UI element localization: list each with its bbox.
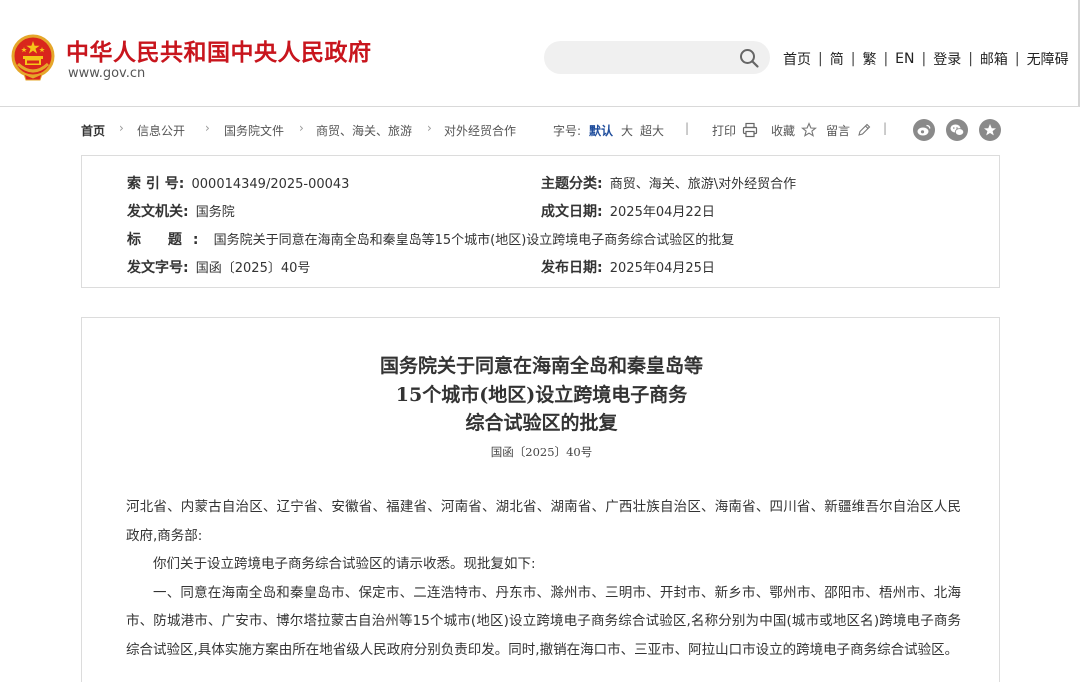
chevron-right-icon: › xyxy=(299,121,304,135)
info-value: 国务院关于同意在海南全岛和秦皇岛等15个城市(地区)设立跨境电子商务综合试验区的… xyxy=(213,233,735,248)
info-issuer: 发文机关: 国务院 xyxy=(127,201,235,221)
search-input[interactable] xyxy=(544,41,770,74)
link-simplified[interactable]: 简 xyxy=(830,49,844,69)
article-title-line: 综合试验区的批复 xyxy=(465,412,618,434)
link-separator: | xyxy=(850,51,856,67)
search-icon[interactable] xyxy=(738,47,760,69)
favorite-button[interactable]: 收藏 xyxy=(771,122,795,139)
link-home[interactable]: 首页 xyxy=(783,49,811,69)
chevron-right-icon: › xyxy=(427,121,432,135)
link-login[interactable]: 登录 xyxy=(933,49,961,69)
info-label: 发文字号: xyxy=(127,260,189,276)
toolbar-separator: | xyxy=(883,121,888,135)
link-traditional[interactable]: 繁 xyxy=(862,49,876,69)
site-title[interactable]: 中华人民共和国中央人民政府 xyxy=(66,33,372,67)
article-body: 国务院关于同意在海南全岛和秦皇岛等 15个城市(地区)设立跨境电子商务 综合试验… xyxy=(81,317,1000,682)
info-value: 国函〔2025〕40号 xyxy=(195,261,311,276)
article-paragraph: 你们关于设立跨境电子商务综合试验区的请示收悉。现批复如下: xyxy=(153,556,536,572)
link-separator: | xyxy=(818,51,823,67)
document-info-box: 索 引 号: 000014349/2025-00043 主题分类: 商贸、海关、… xyxy=(81,155,1000,288)
breadcrumb-trade-customs-tourism[interactable]: 商贸、海关、旅游 xyxy=(316,122,412,139)
font-size-default[interactable]: 默认 xyxy=(589,122,613,139)
info-label: 发文机关: xyxy=(127,204,189,220)
info-written-date: 成文日期: 2025年04月22日 xyxy=(541,201,715,221)
breadcrumb-state-council-docs[interactable]: 国务院文件 xyxy=(224,122,284,139)
info-title: 标 题: 国务院关于同意在海南全岛和秦皇岛等15个城市(地区)设立跨境电子商务综… xyxy=(127,229,734,249)
info-category: 主题分类: 商贸、海关、旅游\对外经贸合作 xyxy=(541,173,796,193)
info-label: 索 引 号: xyxy=(127,176,185,192)
info-label: 主题分类: xyxy=(541,176,603,192)
link-separator: | xyxy=(968,51,973,67)
breadcrumb-home[interactable]: 首页 xyxy=(81,122,105,139)
national-emblem-icon[interactable] xyxy=(10,34,56,82)
wechat-icon[interactable] xyxy=(946,119,968,141)
link-separator: | xyxy=(1014,51,1020,67)
info-index-no: 索 引 号: 000014349/2025-00043 xyxy=(127,173,349,193)
breadcrumb-info-public[interactable]: 信息公开 xyxy=(137,122,185,139)
info-doc-no: 发文字号: 国函〔2025〕40号 xyxy=(127,257,310,277)
font-size-xlarge[interactable]: 超大 xyxy=(640,122,664,139)
weibo-icon[interactable] xyxy=(913,119,935,141)
info-value: 2025年04月25日 xyxy=(609,261,715,276)
comment-button[interactable]: 留言 xyxy=(826,122,850,139)
info-value: 国务院 xyxy=(195,205,235,220)
info-publish-date: 发布日期: 2025年04月25日 xyxy=(541,257,715,277)
print-icon[interactable] xyxy=(742,122,758,138)
favorite-star-icon[interactable] xyxy=(979,119,1001,141)
link-mail[interactable]: 邮箱 xyxy=(980,49,1008,69)
font-size-large[interactable]: 大 xyxy=(621,122,633,139)
article-title: 国务院关于同意在海南全岛和秦皇岛等 15个城市(地区)设立跨境电子商务 综合试验… xyxy=(82,352,1001,438)
chevron-right-icon: › xyxy=(119,121,124,135)
site-url[interactable]: www.gov.cn xyxy=(68,66,145,81)
article-title-line: 15个城市(地区)设立跨境电子商务 xyxy=(395,383,688,406)
link-accessibility[interactable]: 无障碍 xyxy=(1027,49,1069,69)
info-label: 标 题: xyxy=(127,232,210,248)
info-value: 2025年04月22日 xyxy=(609,205,715,220)
link-separator: | xyxy=(921,51,927,67)
info-label: 成文日期: xyxy=(541,204,603,220)
star-icon[interactable] xyxy=(801,122,817,138)
article-paragraph: 一、同意在海南全岛和秦皇岛市、保定市、二连浩特市、丹东市、滁州市、三明市、开封市… xyxy=(126,584,961,658)
article-doc-number: 国函〔2025〕40号 xyxy=(490,445,593,459)
toolbar-separator: | xyxy=(685,121,690,135)
site-header: 中华人民共和国中央人民政府 www.gov.cn 首页 | 简 | 繁 | EN… xyxy=(0,0,1080,107)
info-label: 发布日期: xyxy=(541,260,603,276)
pencil-icon[interactable] xyxy=(856,122,872,138)
info-value: 商贸、海关、旅游\对外经贸合作 xyxy=(609,177,797,192)
article-paragraph: 河北省、内蒙古自治区、辽宁省、安徽省、福建省、河南省、湖北省、湖南省、广西壮族自… xyxy=(126,499,961,544)
top-links: 首页 | 简 | 繁 | EN | 登录 | 邮箱 | 无障碍 xyxy=(783,49,1069,69)
print-button[interactable]: 打印 xyxy=(712,122,736,139)
breadcrumb-foreign-trade[interactable]: 对外经贸合作 xyxy=(444,122,516,139)
link-separator: | xyxy=(883,51,889,67)
font-size-label: 字号: xyxy=(553,124,582,138)
article-title-line: 国务院关于同意在海南全岛和秦皇岛等 xyxy=(379,355,703,377)
link-english[interactable]: EN xyxy=(895,51,914,67)
page: 中华人民共和国中央人民政府 www.gov.cn 首页 | 简 | 繁 | EN… xyxy=(0,0,1080,682)
chevron-right-icon: › xyxy=(205,121,210,135)
info-value: 000014349/2025-00043 xyxy=(191,177,350,192)
breadcrumb-toolbar: 首页 › 信息公开 › 国务院文件 › 商贸、海关、旅游 › 对外经贸合作 字号… xyxy=(81,119,1001,142)
